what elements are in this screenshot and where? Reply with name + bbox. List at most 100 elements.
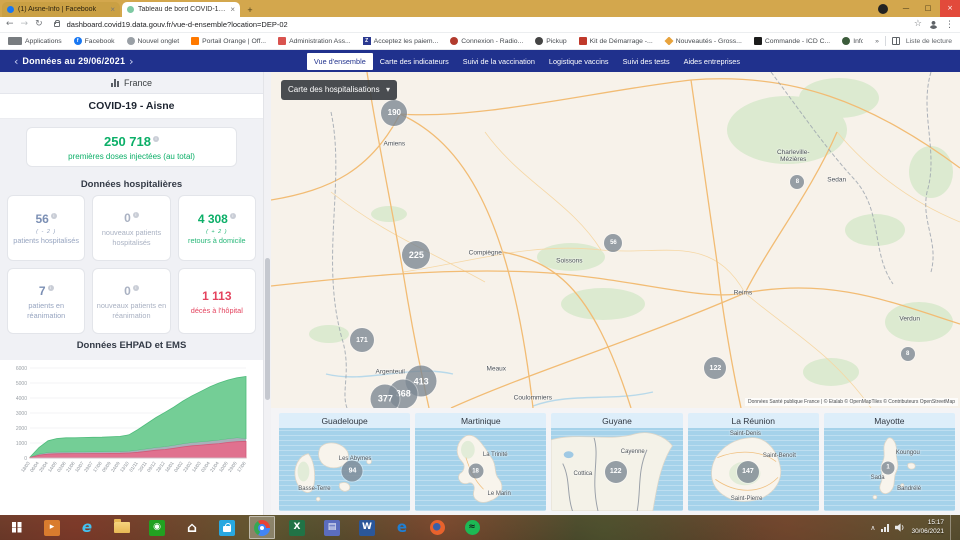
profile-icon[interactable]	[929, 20, 938, 29]
map-bubble[interactable]: 122	[605, 461, 627, 483]
next-date-button[interactable]: ›	[125, 56, 137, 67]
bookmark-item[interactable]: fFacebook	[74, 37, 115, 45]
browser-tab[interactable]: (1) Aisne-Info | Facebook×	[2, 2, 120, 17]
show-desktop-button[interactable]	[950, 515, 954, 540]
tray-expand-icon[interactable]: ∧	[870, 524, 875, 532]
overseas-map-mayotte[interactable]: MayotteKoungouSadaBandrélé1	[824, 413, 955, 511]
bookmark-star-icon[interactable]: ☆	[914, 20, 922, 29]
start-button[interactable]	[4, 516, 30, 539]
menu-icon[interactable]: ⋮	[945, 20, 954, 30]
info-icon[interactable]: i	[230, 213, 236, 219]
taskbar-clock[interactable]: 15:17 30/06/2021	[911, 519, 944, 537]
file-explorer-icon[interactable]	[109, 516, 135, 539]
tab-aides-entreprises[interactable]: Aides entreprises	[677, 53, 747, 70]
vaccine-doses-card: 250 718i premières doses injectées (au t…	[26, 127, 237, 167]
word-icon[interactable]: W	[354, 516, 380, 539]
bookmark-item[interactable]: Informations sur les...	[842, 37, 863, 45]
forward-icon[interactable]: →	[21, 20, 29, 29]
tab-close-icon[interactable]: ×	[110, 5, 115, 14]
map-bubble[interactable]: 147	[737, 461, 759, 483]
overseas-map-martinique[interactable]: MartiniqueLa TrinitéLe Marin18	[415, 413, 546, 511]
overseas-map-body[interactable]: La TrinitéLe Marin18	[415, 428, 546, 511]
spotify-icon[interactable]: ≈	[459, 516, 485, 539]
previous-date-button[interactable]: ‹	[10, 56, 22, 67]
overseas-map-body[interactable]: CayenneCottica122	[551, 428, 682, 511]
info-icon[interactable]: i	[133, 285, 139, 291]
bookmark-item[interactable]: Administration Ass...	[278, 37, 351, 45]
taskbar: ▸ e ◉ ⌂ X ▤ We ≈ ∧ 15:17 30/06/2021	[0, 515, 960, 540]
chrome-icon[interactable]	[249, 516, 275, 539]
home-app-icon[interactable]: ⌂	[179, 516, 205, 539]
bookmark-item[interactable]: Pickup	[535, 37, 566, 45]
close-button[interactable]: ×	[940, 0, 960, 17]
stat-delta: ( + 2 )	[181, 229, 253, 235]
map-bubble[interactable]: 171	[350, 328, 374, 352]
info-icon[interactable]: i	[51, 213, 57, 219]
overseas-map-body[interactable]: Saint-DenisSaint-BenoîtSaint-Pierre147	[688, 428, 819, 511]
minimize-button[interactable]: —	[896, 0, 916, 17]
bookmark-item[interactable]: Applications	[8, 37, 62, 45]
profile-avatar[interactable]	[878, 4, 888, 14]
info-icon[interactable]: i	[153, 136, 159, 142]
main-map[interactable]: AmiensCompiègneSoissonsReimsCharleville-…	[271, 72, 960, 408]
tab-vue-d-ensemble[interactable]: Vue d'ensemble	[307, 53, 373, 70]
map-bubble[interactable]: 8	[790, 175, 804, 189]
volume-icon[interactable]	[895, 523, 905, 532]
bookmark-item[interactable]: Connexion - Radio...	[450, 37, 523, 45]
map-bubble[interactable]: 225	[402, 241, 430, 269]
map-layer-selector[interactable]: Carte des hospitalisations ▾	[281, 80, 397, 100]
map-bubble[interactable]: 377	[371, 384, 400, 408]
map-bubble[interactable]: 1	[882, 461, 895, 474]
map-bubble[interactable]: 94	[342, 461, 363, 482]
edge-icon[interactable]: e	[389, 516, 415, 539]
map-bubble[interactable]: 122	[704, 357, 726, 379]
overseas-title: La Réunion	[688, 413, 819, 428]
overseas-map-body[interactable]: Les AbymesBasse-Terre94	[279, 428, 410, 511]
bookmark-favicon	[535, 37, 543, 45]
map-bubble[interactable]: 8	[901, 347, 915, 361]
bookmark-item[interactable]: Kit de Démarrage -...	[579, 37, 653, 45]
bookmark-label: Kit de Démarrage -...	[590, 38, 653, 45]
store-icon[interactable]	[214, 516, 240, 539]
tab-suivi-des-tests[interactable]: Suivi des tests	[616, 53, 677, 70]
bookmarks-overflow-icon[interactable]: »	[875, 38, 879, 45]
tab-close-icon[interactable]: ×	[230, 5, 235, 14]
overseas-map-guyane[interactable]: GuyaneCayenneCottica122	[551, 413, 682, 511]
overseas-map-la-r-union[interactable]: La RéunionSaint-DenisSaint-BenoîtSaint-P…	[688, 413, 819, 511]
reading-list-button[interactable]: Liste de lecture	[906, 38, 952, 45]
bookmark-favicon	[664, 37, 673, 45]
refresh-icon[interactable]: ↻	[35, 20, 43, 29]
bar-chart-icon	[111, 79, 119, 87]
tab-logistique-vaccins[interactable]: Logistique vaccins	[542, 53, 616, 70]
info-icon[interactable]: i	[133, 212, 139, 218]
tab-carte-des-indicateurs[interactable]: Carte des indicateurs	[373, 53, 456, 70]
bookmark-item[interactable]: Nouvel onglet	[127, 37, 180, 45]
bookmark-item[interactable]: Commande - ICD C...	[754, 37, 830, 45]
overseas-map-guadeloupe[interactable]: GuadeloupeLes AbymesBasse-Terre94	[279, 413, 410, 511]
region-selector[interactable]: France	[0, 72, 263, 94]
photos-app-icon[interactable]: ◉	[144, 516, 170, 539]
tab-suivi-de-la-vaccination[interactable]: Suivi de la vaccination	[456, 53, 542, 70]
video-app-icon[interactable]: ▸	[39, 516, 65, 539]
network-icon[interactable]	[881, 524, 889, 532]
bookmark-item[interactable]: Portail Orange | Off...	[191, 37, 266, 45]
internet-explorer-icon[interactable]: e	[74, 516, 100, 539]
sidebar-scrollbar[interactable]	[263, 72, 271, 515]
bookmark-item[interactable]: Nouveautés - Gross...	[665, 37, 742, 45]
info-icon[interactable]: i	[48, 285, 54, 291]
firefox-icon[interactable]	[424, 516, 450, 539]
bookmark-item[interactable]: ZAcceptez les paiem...	[363, 37, 439, 45]
reader-app-icon[interactable]: ▤	[319, 516, 345, 539]
bookmark-label: Portail Orange | Off...	[202, 38, 266, 45]
map-bubble[interactable]: 18	[468, 464, 483, 479]
new-tab-button[interactable]: +	[243, 4, 257, 17]
map-bubble[interactable]: 190	[381, 100, 407, 126]
back-icon[interactable]: ←	[6, 20, 14, 29]
restore-button[interactable]: □	[918, 0, 938, 17]
browser-tab[interactable]: Tableau de bord COVID-19 Suivi×	[122, 2, 240, 17]
url-field[interactable]: dashboard.covid19.data.gouv.fr/vue-d-ens…	[67, 20, 907, 29]
overseas-map-body[interactable]: KoungouSadaBandrélé1	[824, 428, 955, 511]
scrollbar-thumb[interactable]	[265, 258, 270, 400]
map-bubble[interactable]: 56	[604, 234, 622, 252]
excel-icon[interactable]: X	[284, 516, 310, 539]
